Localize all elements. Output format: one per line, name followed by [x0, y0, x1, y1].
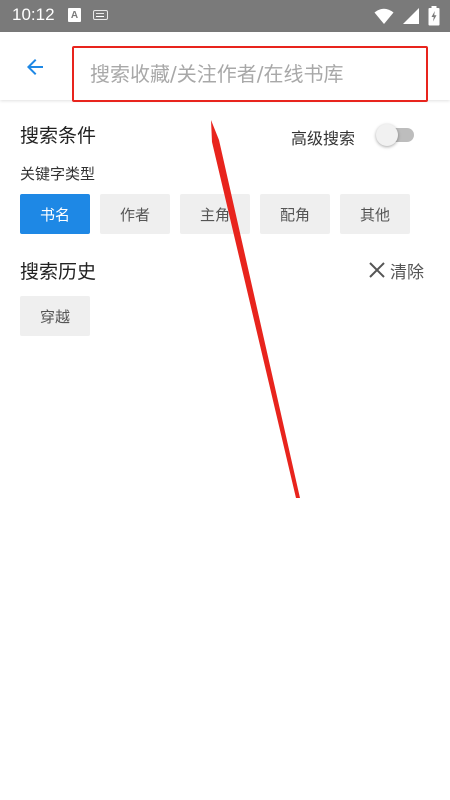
close-icon: [369, 262, 385, 278]
clear-history-label: 清除: [390, 262, 424, 283]
status-bar: 10:12 A: [0, 0, 450, 32]
toggle-thumb: [376, 124, 398, 146]
keyword-type-chips: 书名 作者 主角 配角 其他: [20, 194, 410, 234]
search-box[interactable]: [72, 46, 428, 102]
a-icon: A: [68, 8, 81, 22]
clear-history-button[interactable]: 清除: [368, 258, 424, 283]
keyboard-icon: [93, 10, 108, 20]
annotation-arrow: [211, 120, 300, 498]
keyword-type-label: 关键字类型: [20, 165, 96, 183]
chip-supporting-role[interactable]: 配角: [260, 194, 330, 234]
status-time: 10:12: [12, 5, 55, 24]
advanced-search-label: 高级搜索: [291, 129, 356, 148]
back-button[interactable]: [20, 52, 50, 82]
chip-other[interactable]: 其他: [340, 194, 410, 234]
wifi-icon: [374, 8, 394, 24]
signal-icon: [403, 8, 419, 24]
history-item[interactable]: 穿越: [20, 296, 90, 336]
status-icons: [374, 6, 440, 26]
arrow-back-icon: [27, 59, 43, 75]
search-input[interactable]: [90, 62, 426, 86]
advanced-search-toggle[interactable]: [376, 124, 416, 146]
search-history-title: 搜索历史: [20, 261, 97, 283]
chip-protagonist[interactable]: 主角: [180, 194, 250, 234]
app-header: [0, 32, 450, 102]
chip-author[interactable]: 作者: [100, 194, 170, 234]
chip-book-name[interactable]: 书名: [20, 194, 90, 234]
battery-charging-icon: [428, 6, 440, 26]
search-conditions-title: 搜索条件: [20, 125, 97, 147]
